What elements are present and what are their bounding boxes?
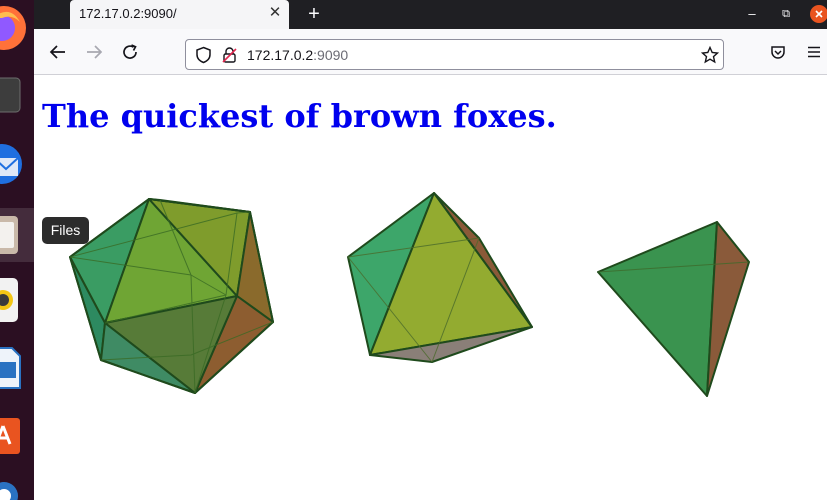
navigation-bar: 172.17.0.2:9090 bbox=[34, 29, 827, 75]
tab-close-icon[interactable]: ✕ bbox=[267, 4, 283, 22]
files-icon[interactable] bbox=[0, 210, 34, 260]
polyhedra-canvas bbox=[69, 192, 750, 397]
minimize-icon[interactable]: – bbox=[742, 4, 762, 24]
back-icon[interactable] bbox=[49, 43, 67, 61]
icosahedron-shape bbox=[69, 198, 274, 394]
writer-icon[interactable] bbox=[0, 344, 34, 392]
thunderbird-icon[interactable] bbox=[0, 136, 34, 192]
pocket-icon[interactable] bbox=[769, 43, 787, 61]
active-tab[interactable]: 172.17.0.2:9090/ ✕ bbox=[70, 0, 289, 29]
menu-icon[interactable] bbox=[805, 43, 823, 61]
terminal-icon[interactable] bbox=[0, 72, 34, 120]
insecure-lock-icon[interactable] bbox=[221, 46, 238, 64]
help-icon[interactable] bbox=[0, 478, 34, 500]
window-close-icon[interactable] bbox=[810, 5, 827, 23]
tab-title: 172.17.0.2:9090/ bbox=[79, 6, 177, 21]
bookmark-star-icon[interactable] bbox=[701, 46, 719, 64]
url-host: 172.17.0.2 bbox=[247, 47, 314, 63]
octahedron-shape bbox=[347, 192, 533, 363]
restore-icon[interactable]: ⧉ bbox=[776, 4, 796, 24]
software-icon[interactable] bbox=[0, 410, 34, 458]
shield-icon[interactable] bbox=[195, 46, 212, 64]
new-tab-icon[interactable]: + bbox=[304, 2, 324, 26]
forward-icon[interactable] bbox=[85, 43, 103, 61]
ubuntu-dock bbox=[0, 0, 34, 500]
firefox-icon[interactable] bbox=[0, 0, 34, 58]
url-text: 172.17.0.2:9090 bbox=[247, 47, 348, 63]
page-content: The quickest of brown foxes. bbox=[34, 75, 827, 500]
tab-bar: 172.17.0.2:9090/ ✕ + – ⧉ bbox=[34, 0, 827, 29]
rhythmbox-icon[interactable] bbox=[0, 276, 34, 324]
reload-icon[interactable] bbox=[121, 43, 139, 61]
url-bar[interactable]: 172.17.0.2:9090 bbox=[185, 39, 724, 70]
url-port: :9090 bbox=[313, 47, 349, 63]
dock-tooltip: Files bbox=[42, 217, 89, 244]
tetrahedron-shape bbox=[597, 221, 750, 397]
